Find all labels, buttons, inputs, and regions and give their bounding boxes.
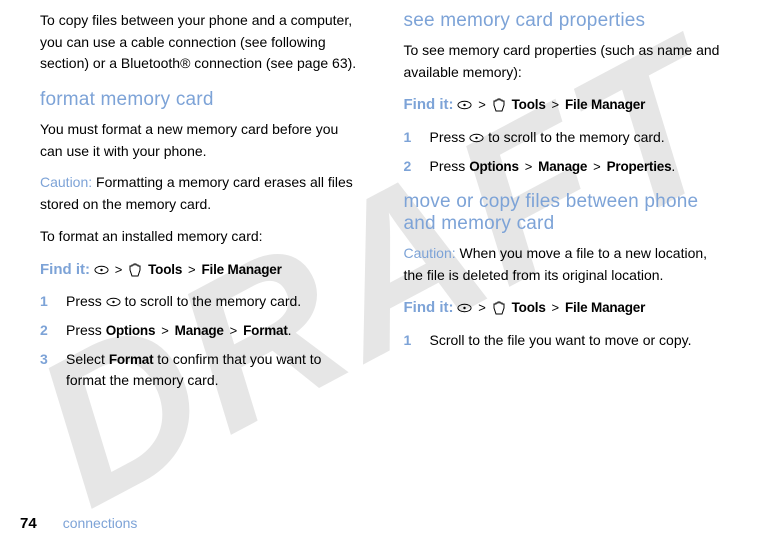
tools-hand-icon xyxy=(492,301,508,315)
step-row: 1 Press to scroll to the memory card. xyxy=(40,291,360,312)
paragraph-copy-files: To copy files between your phone and a c… xyxy=(40,10,360,75)
step-row: 2 Press Options > Manage > Properties. xyxy=(404,156,724,177)
right-column: see memory card properties To see memory… xyxy=(382,10,732,500)
caution-erases: Caution: Formatting a memory card erases… xyxy=(40,172,360,215)
paragraph-see-properties: To see memory card properties (such as n… xyxy=(404,40,724,83)
find-it-right-2: Find it: > Tools > File Manager xyxy=(404,296,724,319)
steps-move-copy: 1 Scroll to the file you want to move or… xyxy=(404,330,724,351)
heading-move-copy: move or copy files between phone and mem… xyxy=(404,191,724,235)
step-row: 3 Select Format to confirm that you want… xyxy=(40,349,360,391)
page-number: 74 xyxy=(20,515,37,532)
nav-key-icon xyxy=(94,265,109,275)
steps-format: 1 Press to scroll to the memory card. 2 … xyxy=(40,291,360,392)
left-column: To copy files between your phone and a c… xyxy=(32,10,382,500)
nav-key-icon xyxy=(457,100,472,110)
paragraph-must-format: You must format a new memory card before… xyxy=(40,119,360,162)
tools-hand-icon xyxy=(492,98,508,112)
step-row: 1 Press to scroll to the memory card. xyxy=(404,127,724,148)
find-it-right-1: Find it: > Tools > File Manager xyxy=(404,93,724,116)
steps-properties: 1 Press to scroll to the memory card. 2 … xyxy=(404,127,724,177)
tools-hand-icon xyxy=(128,263,144,277)
heading-format-memory-card: format memory card xyxy=(40,89,360,111)
section-name: connections xyxy=(63,515,138,531)
caution-move-delete: Caution: When you move a file to a new l… xyxy=(404,243,724,286)
nav-key-icon xyxy=(106,297,121,307)
paragraph-to-format: To format an installed memory card: xyxy=(40,226,360,248)
nav-key-icon xyxy=(469,133,484,143)
step-row: 2 Press Options > Manage > Format. xyxy=(40,320,360,341)
nav-key-icon xyxy=(457,303,472,313)
page-footer: 74 connections xyxy=(20,515,137,532)
page-content: To copy files between your phone and a c… xyxy=(0,0,763,500)
step-row: 1 Scroll to the file you want to move or… xyxy=(404,330,724,351)
find-it-left: Find it: > Tools > File Manager xyxy=(40,258,360,281)
heading-see-properties: see memory card properties xyxy=(404,10,724,32)
